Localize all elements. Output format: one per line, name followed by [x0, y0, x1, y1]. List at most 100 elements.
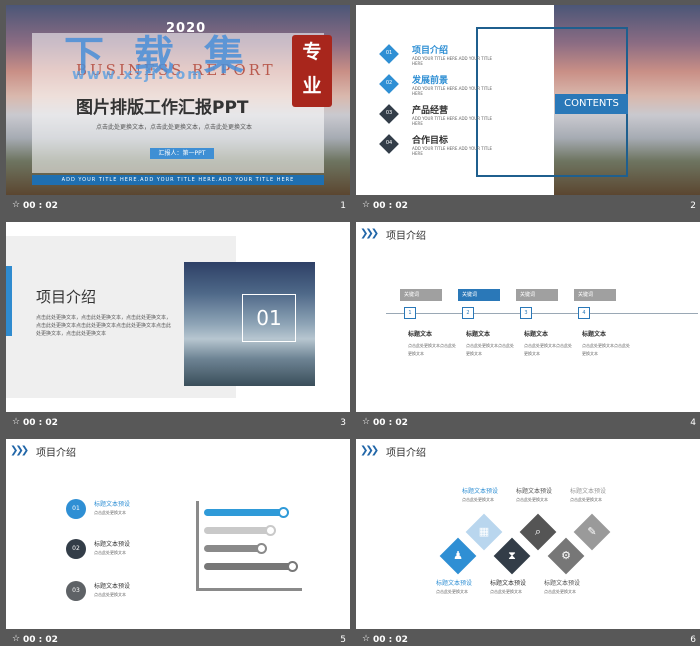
slide-thumbnail-4[interactable]: ❯❯❯ 项目介绍 关键词 关键词 关键词 关键词 1 2 3 4 标题文本 标题… [356, 222, 700, 432]
list-item-2: 02 标题文本预设 点击此处更换文本 [66, 539, 186, 561]
contents-label: CONTENTS [555, 94, 628, 114]
bottom-item-title-2: 标题文本预设 [490, 580, 527, 587]
bottom-item-sub-2: 点击此处更换文本 [490, 589, 522, 594]
item-number-circle: 03 [66, 581, 86, 601]
slide-number: 4 [690, 418, 696, 428]
slide-canvas: 项目介绍 点击此处更换文本，点击此处更换文本，点击此处更换文本，点击此处更换文本… [6, 222, 350, 412]
step-label-3: 标题文本 [524, 331, 549, 338]
keyword-tag-4: 关键词 [574, 289, 616, 301]
step-desc-2: 点击此处更换文本点击此处更换文本 [466, 343, 514, 356]
progress-bar-2 [204, 527, 273, 534]
step-desc-4: 点击此处更换文本点击此处更换文本 [582, 343, 630, 356]
slide-subtitle: 点击此处更换文本，点击此处更换文本，点击此处更换文本 [96, 124, 253, 131]
step-desc-1: 点击此处更换文本点击此处更换文本 [408, 343, 456, 356]
slide-time: 00 : 02 [373, 635, 408, 645]
slide-canvas: ❯❯❯ 项目介绍 01 标题文本预设 点击此处更换文本 02 标题文本预设 点击… [6, 439, 350, 629]
star-icon[interactable]: ☆ [12, 417, 20, 427]
item-title: 发展前景 [412, 76, 449, 86]
keyword-tag-3: 关键词 [516, 289, 558, 301]
list-item-1: 01 标题文本预设 点击此处更换文本 [66, 499, 186, 521]
item-title: 合作目标 [412, 136, 449, 146]
slide-number: 5 [340, 635, 346, 645]
star-icon[interactable]: ☆ [362, 634, 370, 644]
timeline-node-3: 3 [520, 307, 532, 319]
item-number: 04 [385, 140, 393, 146]
seal-char-2: 业 [302, 75, 322, 97]
step-desc-3: 点击此处更换文本点击此处更换文本 [524, 343, 572, 356]
star-icon[interactable]: ☆ [362, 200, 370, 210]
slide-caption: ☆ 00 : 02 6 [356, 634, 700, 646]
top-item-title-3: 标题文本预设 [570, 488, 607, 495]
list-item-3: 03 标题文本预设 点击此处更换文本 [66, 581, 186, 603]
contents-item-4: 04 合作目标 ADD YOUR TITLE HERE.ADD YOUR TIT… [379, 133, 502, 159]
slide-time: 00 : 02 [23, 418, 58, 428]
slide-thumbnail-5[interactable]: ❯❯❯ 项目介绍 01 标题文本预设 点击此处更换文本 02 标题文本预设 点击… [6, 439, 350, 646]
slide-header: 项目介绍 [386, 231, 426, 242]
slide-thumbnail-1[interactable]: 2020 BUSINESS REPORT 下 载 集 www.xzji.com … [6, 5, 350, 215]
double-chevron-icon: ❯❯❯ [360, 228, 379, 239]
slide-canvas: 2020 BUSINESS REPORT 下 载 集 www.xzji.com … [6, 5, 350, 195]
slide-time: 00 : 02 [23, 201, 58, 211]
top-item-sub-1: 点击此处更换文本 [462, 497, 494, 502]
item-subtitle: ADD YOUR TITLE HERE.ADD YOUR TITLE HERE [412, 146, 493, 156]
footer-bar: ADD YOUR TITLE HERE.ADD YOUR TITLE HERE.… [32, 175, 324, 185]
keyword-tag-2: 关键词 [458, 289, 500, 301]
item-title: 项目介绍 [412, 46, 449, 56]
slide-time: 00 : 02 [23, 635, 58, 645]
slide-caption: ☆ 00 : 02 1 [6, 200, 350, 214]
slide-number: 6 [690, 635, 696, 645]
slide-thumbnail-2[interactable]: CONTENTS 01 项目介绍 ADD YOUR TITLE HERE.ADD… [356, 5, 700, 215]
bottom-item-sub-3: 点击此处更换文本 [544, 589, 576, 594]
double-chevron-icon: ❯❯❯ [360, 445, 379, 456]
slide-caption: ☆ 00 : 02 4 [356, 417, 700, 431]
star-icon[interactable]: ☆ [362, 417, 370, 427]
seal-stamp: 专 业 [292, 35, 332, 107]
progress-knob-3 [256, 543, 267, 554]
bottom-item-sub-1: 点击此处更换文本 [436, 589, 468, 594]
slide-canvas: ❯❯❯ 项目介绍 关键词 关键词 关键词 关键词 1 2 3 4 标题文本 标题… [356, 222, 700, 412]
watermark-url: www.xzji.com [72, 67, 204, 83]
chart-axis-horizontal [196, 588, 302, 591]
item-subtitle: 点击此处更换文本 [94, 592, 126, 597]
step-label-1: 标题文本 [408, 331, 433, 338]
item-title: 标题文本预设 [94, 583, 131, 590]
item-subtitle: 点击此处更换文本 [94, 550, 126, 555]
item-title: 标题文本预设 [94, 501, 131, 508]
item-number-circle: 02 [66, 539, 86, 559]
bottom-item-title-1: 标题文本预设 [436, 580, 473, 587]
timeline-line [386, 313, 698, 314]
item-subtitle: ADD YOUR TITLE HERE.ADD YOUR TITLE HERE [412, 116, 493, 126]
contents-item-2: 02 发展前景 ADD YOUR TITLE HERE.ADD YOUR TIT… [379, 73, 502, 99]
progress-bar-3 [204, 545, 264, 552]
star-icon[interactable]: ☆ [12, 634, 20, 644]
item-number: 03 [385, 110, 393, 116]
item-title: 产品经营 [412, 106, 449, 116]
slide-thumbnail-3[interactable]: 项目介绍 点击此处更换文本，点击此处更换文本，点击此处更换文本，点击此处更换文本… [6, 222, 350, 432]
item-title: 标题文本预设 [94, 541, 131, 548]
seal-char-1: 专 [302, 41, 322, 63]
contents-item-1: 01 项目介绍 ADD YOUR TITLE HERE.ADD YOUR TIT… [379, 43, 502, 69]
contents-item-3: 03 产品经营 ADD YOUR TITLE HERE.ADD YOUR TIT… [379, 103, 502, 129]
item-number: 02 [385, 80, 393, 86]
item-subtitle: ADD YOUR TITLE HERE.ADD YOUR TITLE HERE [412, 56, 493, 66]
slide-thumbnail-6[interactable]: ❯❯❯ 项目介绍 标题文本预设 点击此处更换文本 标题文本预设 点击此处更换文本… [356, 439, 700, 646]
search-icon: ⌕ [534, 525, 542, 538]
double-chevron-icon: ❯❯❯ [10, 445, 29, 456]
item-number: 01 [385, 50, 393, 56]
slide-title: 项目介绍 [36, 288, 97, 306]
timeline-node-4: 4 [578, 307, 590, 319]
top-item-title-2: 标题文本预设 [516, 488, 553, 495]
bottom-item-title-3: 标题文本预设 [544, 580, 581, 587]
star-icon[interactable]: ☆ [12, 200, 20, 210]
slide-caption: ☆ 00 : 02 5 [6, 634, 350, 646]
item-subtitle: 点击此处更换文本 [94, 510, 126, 515]
top-item-sub-3: 点击此处更换文本 [570, 497, 602, 502]
progress-knob-4 [287, 561, 298, 572]
slide-header: 项目介绍 [386, 448, 426, 459]
gear-icon: ⚙ [561, 549, 571, 562]
reporter-badge: 汇报人：第一PPT [150, 148, 214, 159]
section-number-box: 01 [242, 294, 296, 342]
progress-bar-4 [204, 563, 295, 570]
slide-canvas: CONTENTS 01 项目介绍 ADD YOUR TITLE HERE.ADD… [356, 5, 700, 195]
accent-bar [6, 266, 12, 336]
